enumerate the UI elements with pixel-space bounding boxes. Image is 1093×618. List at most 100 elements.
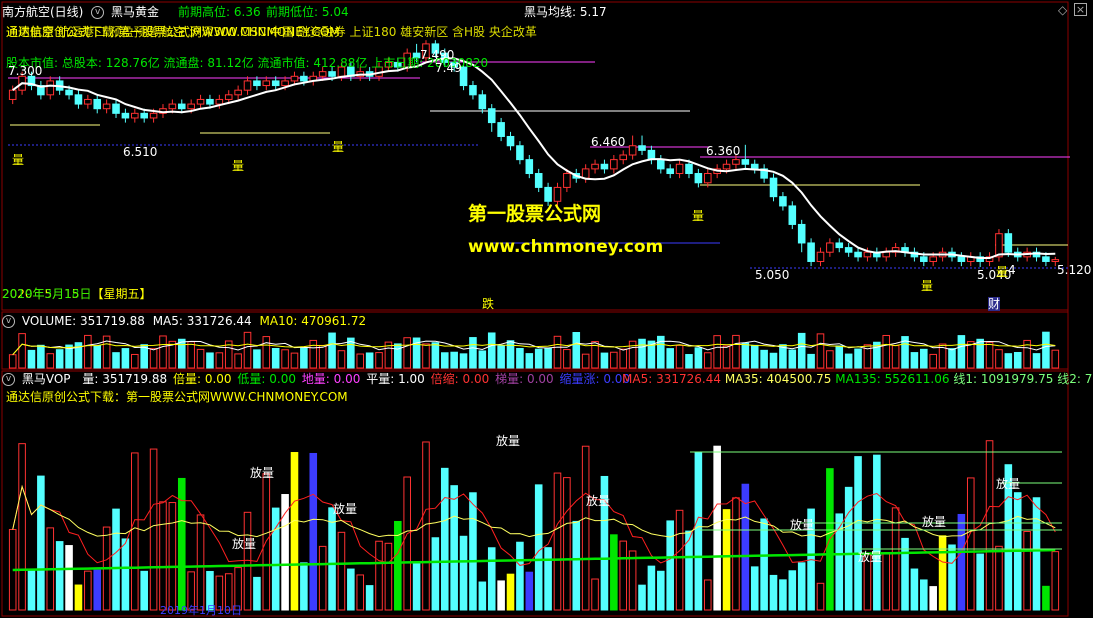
vop-bar bbox=[131, 452, 139, 611]
candle-body bbox=[469, 85, 477, 96]
candle-body bbox=[929, 256, 937, 262]
volume-bar bbox=[788, 349, 797, 369]
volume-bar bbox=[910, 352, 919, 369]
ma-line-readout: 黑马均线: 5.17 bbox=[524, 5, 607, 19]
price-label-7490: 7.490 bbox=[420, 48, 455, 62]
vop-liang-value: 351719.88 bbox=[102, 372, 168, 386]
vop-bar bbox=[966, 477, 975, 611]
vop-pingliang-label: 平量: bbox=[366, 372, 395, 386]
candle-body bbox=[112, 103, 120, 114]
vop-bar bbox=[534, 484, 543, 611]
candle-body bbox=[854, 251, 862, 258]
volume-bar bbox=[497, 345, 505, 369]
volume-ma10-value: 470961.72 bbox=[301, 314, 367, 328]
vop-bar bbox=[732, 497, 740, 611]
volume-bar bbox=[769, 352, 778, 369]
indicator-name[interactable]: 黑马黄金 bbox=[111, 5, 159, 19]
price-label-6460: 6.460 bbox=[591, 135, 626, 149]
vop-bar bbox=[1023, 531, 1031, 611]
candle-body bbox=[685, 163, 693, 175]
vop-bar bbox=[591, 578, 599, 611]
info-capital-line: 股本市值: 总股本: 128.76亿 流通盘: 81.12亿 流通市值: 412… bbox=[6, 56, 489, 70]
volume-bar bbox=[131, 353, 139, 369]
vop-bar bbox=[948, 544, 956, 611]
vop-bar bbox=[675, 509, 684, 611]
fangliang-marker-6: 放量 bbox=[922, 515, 947, 529]
candle-body bbox=[1042, 256, 1050, 262]
volume-bar bbox=[478, 350, 487, 369]
volume-label: VOLUME: bbox=[21, 314, 77, 328]
volume-bar bbox=[666, 348, 674, 369]
volume-bar bbox=[816, 333, 825, 369]
vop-bar bbox=[797, 562, 806, 611]
vop-bar bbox=[328, 507, 336, 611]
vop-bar bbox=[854, 456, 862, 611]
volume-bar bbox=[957, 335, 966, 369]
vop-bar bbox=[563, 477, 571, 611]
volume-bar bbox=[581, 353, 590, 369]
volume-bar bbox=[365, 352, 374, 369]
vop-bar bbox=[506, 573, 515, 611]
volume-bar bbox=[187, 341, 195, 369]
volume-bar bbox=[948, 348, 956, 369]
vop-bar bbox=[525, 571, 534, 611]
vop-bar bbox=[1032, 497, 1041, 611]
stock-title[interactable]: 南方航空(日线) bbox=[2, 5, 83, 19]
close-icon[interactable]: × bbox=[1074, 3, 1087, 16]
volume-bars bbox=[8, 331, 1060, 369]
volume-bar bbox=[337, 350, 346, 369]
candle-body bbox=[722, 163, 731, 170]
vop-bar bbox=[938, 535, 947, 611]
vop-bar bbox=[779, 579, 787, 611]
volume-bar bbox=[37, 344, 45, 369]
vop-bar bbox=[760, 518, 768, 611]
volume-bar bbox=[534, 348, 543, 369]
vop-bar bbox=[375, 540, 383, 611]
vop-bar bbox=[168, 502, 177, 611]
candle-body bbox=[187, 103, 195, 110]
volume-bar bbox=[572, 332, 581, 369]
prev-low: 前期低位: 5.04 bbox=[266, 5, 349, 19]
volume-bar bbox=[844, 353, 853, 369]
candle-body bbox=[863, 251, 872, 258]
chevron-down-icon[interactable]: v bbox=[2, 373, 15, 386]
candle-body bbox=[506, 135, 515, 147]
diamond-icon[interactable]: ◇ bbox=[1058, 3, 1067, 17]
volume-bar bbox=[84, 334, 92, 369]
vop-bar bbox=[572, 520, 581, 611]
chevron-down-icon[interactable]: v bbox=[91, 6, 105, 19]
vop-bar bbox=[177, 477, 186, 611]
candle-body bbox=[206, 98, 214, 105]
vop-bar bbox=[318, 545, 327, 611]
vop-bar bbox=[356, 574, 365, 611]
ma-line-label: 黑马均线: bbox=[524, 5, 577, 19]
vop-bar bbox=[657, 570, 665, 611]
vop-bar bbox=[544, 547, 552, 611]
price-label-5120: 5.120 bbox=[1057, 263, 1092, 277]
candle-body bbox=[657, 159, 665, 170]
volume-bar bbox=[487, 332, 496, 369]
candle-body bbox=[478, 94, 487, 110]
candle-body bbox=[703, 173, 712, 184]
vop-bars bbox=[8, 440, 1060, 611]
vop-bar bbox=[920, 579, 928, 611]
volume-bar bbox=[271, 347, 280, 369]
vop-bar bbox=[300, 562, 308, 611]
vop-ma5-value: 331726.44 bbox=[656, 372, 721, 386]
candle-body bbox=[619, 154, 628, 161]
chevron-down-icon[interactable]: v bbox=[2, 315, 15, 328]
volume-bar bbox=[300, 347, 308, 369]
vop-bar bbox=[929, 586, 937, 611]
candle-body bbox=[8, 89, 17, 100]
vop-bar bbox=[666, 520, 674, 611]
vop-bar bbox=[149, 448, 158, 611]
volume-bar bbox=[995, 349, 1003, 369]
vop-tiliang-value: 0.00 bbox=[526, 372, 554, 386]
vop-bar bbox=[412, 562, 421, 611]
vop-bar bbox=[713, 445, 721, 611]
candle-body bbox=[149, 112, 158, 119]
candlestick-series bbox=[8, 40, 1060, 268]
candle-body bbox=[168, 103, 177, 110]
volume-bar bbox=[46, 353, 55, 369]
volume-bar bbox=[403, 337, 411, 369]
